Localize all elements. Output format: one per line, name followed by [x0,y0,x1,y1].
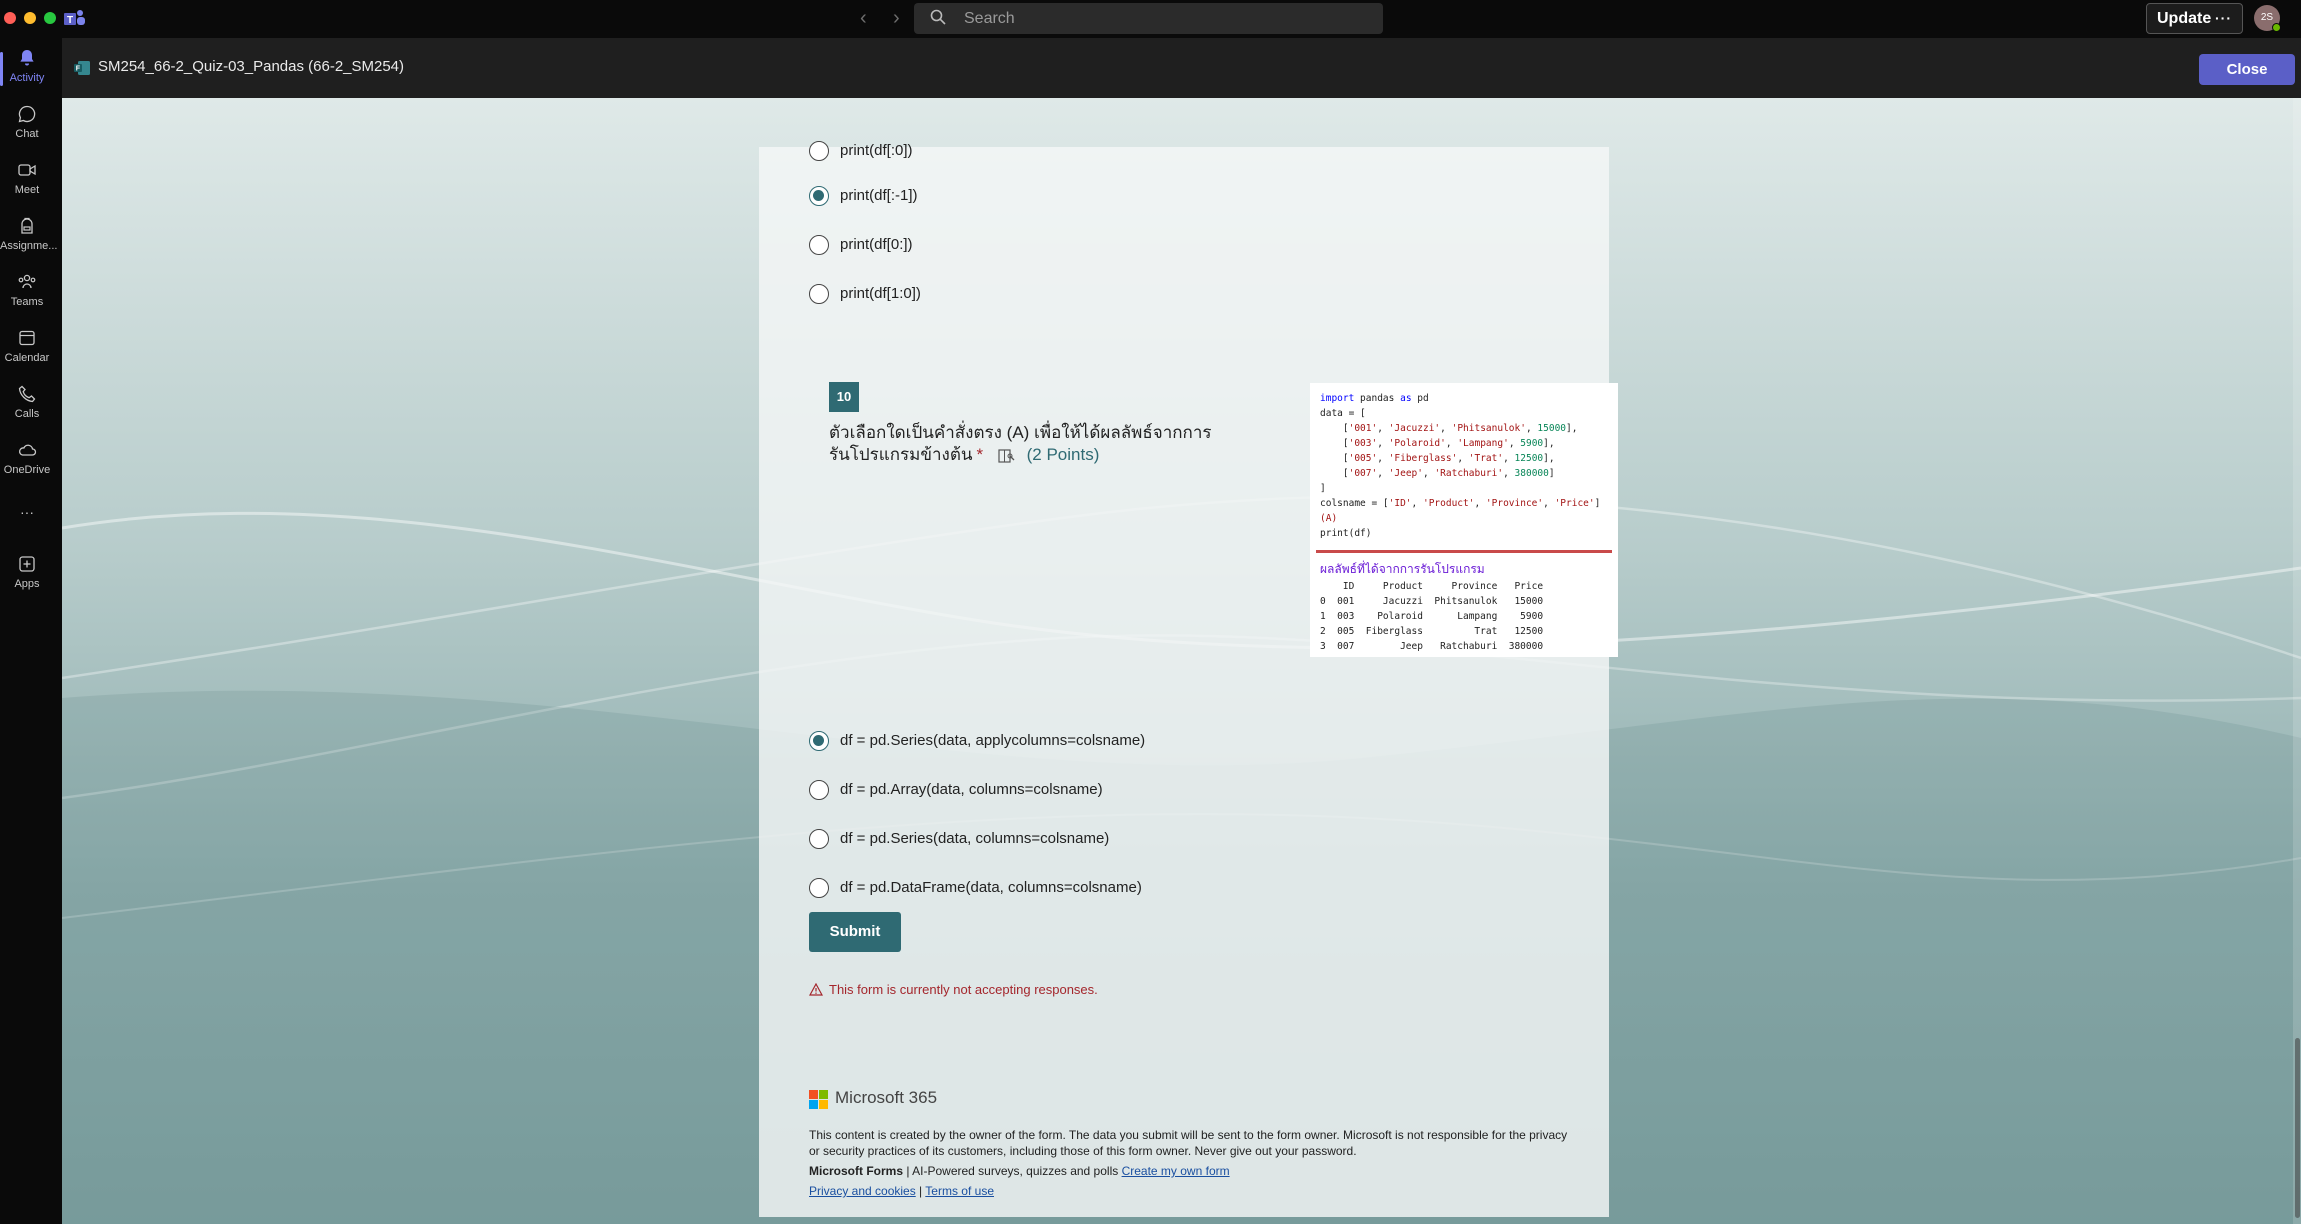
calendar-icon [19,330,35,346]
forms-app-icon: F [74,61,90,75]
radio-button[interactable] [809,780,829,800]
forms-brand: Microsoft Forms [809,1164,904,1178]
footer-links: Privacy and cookies | Terms of use [809,1184,994,1198]
close-button[interactable]: Close [2199,54,2295,85]
question-title: ตัวเลือกใดเป็นคำสั่งตรง (A) เพื่อให้ได้ผ… [829,422,1219,466]
rail-item-more[interactable]: ··· [0,504,54,520]
bell-icon [20,50,34,66]
rail-item-teams[interactable]: Teams [0,272,54,308]
presence-available-icon [2272,23,2281,32]
radio-button[interactable] [809,284,829,304]
chat-icon [18,105,36,123]
page-title: SM254_66-2_Quiz-03_Pandas (66-2_SM254) [98,58,405,75]
rail-label: Calls [14,408,40,420]
link-separator: | [915,1184,926,1198]
warning-message: This form is currently not accepting res… [809,982,1098,997]
rail-label: Activity [9,72,45,84]
add-app-icon [19,556,35,572]
rail-label: OneDrive [3,464,51,476]
rail-label: Teams [10,296,44,308]
rail-label: Calendar [4,352,50,364]
brand-name: Microsoft 365 [835,1088,938,1107]
radio-button-selected[interactable] [809,186,829,206]
search-input[interactable]: Search [914,3,1383,34]
microsoft-logo-icon [809,1090,829,1110]
radio-button[interactable] [809,235,829,255]
form-card: print(df[:0]) print(df[:-1]) print(df[0:… [759,141,1618,1217]
svg-text:F: F [76,66,81,73]
output-table: ID Product Province Price 0 001 Jacuzzi … [1320,581,1544,652]
code-snippet: import pandas as pd data = [ ['001', 'Ja… [1320,393,1601,539]
radio-button[interactable] [809,878,829,898]
radio-button[interactable] [809,141,829,161]
required-mark: * [976,445,984,464]
option-label: df = pd.Series(data, applycolumns=colsna… [840,732,1146,749]
scrollbar[interactable] [2293,98,2301,1224]
privacy-link[interactable]: Privacy and cookies [809,1184,916,1198]
rail-item-apps[interactable]: Apps [0,554,54,590]
minimize-window-button[interactable] [24,12,36,24]
rail-item-activity[interactable]: Activity [0,48,54,84]
rail-item-meet[interactable]: Meet [0,160,54,196]
video-icon [18,164,36,176]
app-header: F SM254_66-2_Quiz-03_Pandas (66-2_SM254)… [62,38,2301,98]
radio-button[interactable] [809,829,829,849]
option-label: print(df[0:]) [840,236,913,253]
people-icon [18,274,36,289]
close-window-button[interactable] [4,12,16,24]
output-title: ผลลัพธ์ที่ได้จากการรันโปรแกรม [1320,562,1485,576]
option-label: print(df[1:0]) [840,285,921,302]
teams-logo-icon: T [64,10,85,26]
option-label: print(df[:-1]) [840,187,918,204]
rail-label: Meet [14,184,40,196]
title-bar: T ‹ › Search Update ··· 2S [0,0,2301,38]
more-options-icon[interactable]: ··· [2215,4,2232,33]
question-text: ตัวเลือกใดเป็นคำสั่งตรง (A) เพื่อให้ได้ผ… [829,423,1212,464]
back-arrow-icon[interactable]: ‹ [860,8,867,28]
rail-label: Apps [14,578,40,590]
search-icon [930,9,946,25]
update-label: Update [2157,10,2212,27]
forms-tagline-line: Microsoft Forms | AI-Powered surveys, qu… [809,1164,1230,1178]
forms-tagline: | AI-Powered surveys, quizzes and polls [903,1164,1122,1178]
rail-label: Chat [15,128,39,140]
app-rail: Activity Chat Meet Assignme... Teams Cal… [0,38,62,1224]
option-label: df = pd.Array(data, columns=colsname) [840,781,1103,798]
immersive-reader-icon[interactable] [998,448,1016,463]
disclaimer-text: This content is created by the owner of … [809,1128,1568,1158]
form-viewport: print(df[:0]) print(df[:-1]) print(df[0:… [62,98,2301,1224]
terms-link[interactable]: Terms of use [925,1184,994,1198]
points-label: (2 Points) [1026,445,1100,464]
more-icon: ··· [20,504,34,520]
submit-button[interactable]: Submit [809,912,901,952]
radio-button-selected[interactable] [809,731,829,751]
update-button[interactable]: Update ··· [2146,3,2243,34]
rail-item-calls[interactable]: Calls [0,384,54,420]
warning-icon [809,983,823,996]
rail-label: Assignme... [0,240,58,252]
option-label: print(df[:0]) [840,142,913,159]
warning-text: This form is currently not accepting res… [829,982,1098,997]
create-form-link[interactable]: Create my own form [1122,1164,1230,1178]
question-number: 10 [829,382,859,412]
rail-item-assignments[interactable]: Assignme... [0,216,58,252]
maximize-window-button[interactable] [44,12,56,24]
scrollbar-thumb[interactable] [2295,1038,2300,1218]
rail-item-chat[interactable]: Chat [0,104,54,140]
option-label: df = pd.Series(data, columns=colsname) [840,830,1110,847]
rail-item-calendar[interactable]: Calendar [0,328,54,364]
phone-icon [18,385,36,403]
question-code-image: import pandas as pd data = [ ['001', 'Ja… [1310,383,1618,657]
rail-item-onedrive[interactable]: OneDrive [0,440,54,476]
svg-text:T: T [67,15,73,26]
forward-arrow-icon[interactable]: › [893,8,900,28]
divider-line [1316,550,1612,553]
option-label: df = pd.DataFrame(data, columns=colsname… [840,879,1142,896]
cloud-icon [19,444,37,456]
backpack-icon [21,217,33,234]
